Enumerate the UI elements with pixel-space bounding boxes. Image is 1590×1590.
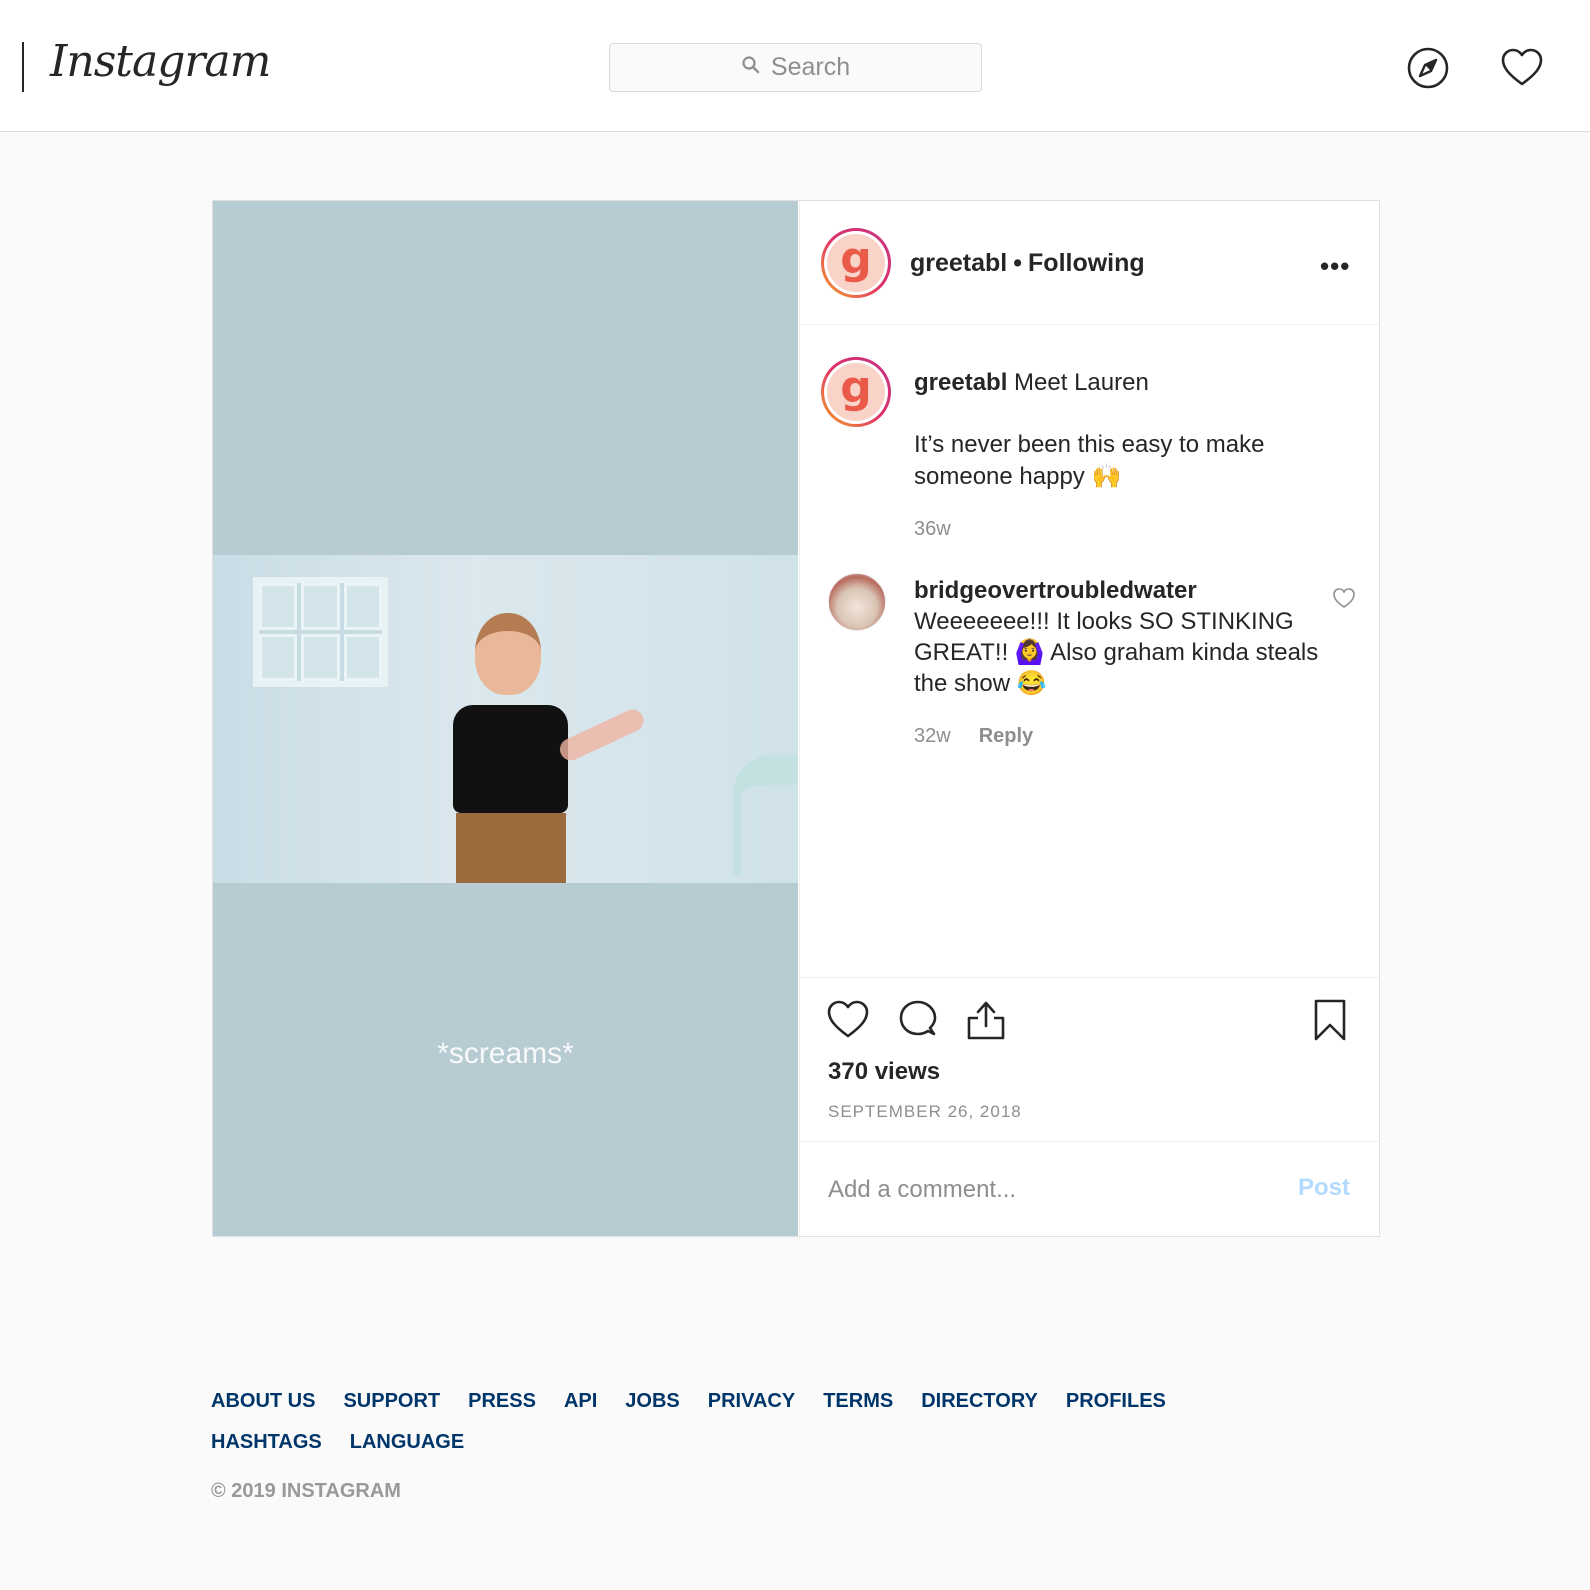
caption-body: It’s never been this easy to make someon… <box>914 431 1265 490</box>
footer-link-privacy[interactable]: PRIVACY <box>708 1390 795 1413</box>
footer-link-support[interactable]: SUPPORT <box>343 1390 440 1413</box>
heart-icon[interactable] <box>1500 46 1544 90</box>
person-head <box>475 613 541 695</box>
comment-timestamp[interactable]: 32w <box>914 721 951 752</box>
caption-username[interactable]: greetabl <box>914 369 1007 396</box>
lamp-decoration <box>733 755 798 875</box>
video-caption-overlay: *screams* <box>437 1037 574 1070</box>
footer-link-language[interactable]: LANGUAGE <box>350 1431 464 1454</box>
commenter-avatar[interactable] <box>828 573 886 631</box>
comment-text: Weeeeeee!!! It looks SO STINKING GREAT!!… <box>914 608 1319 697</box>
search-placeholder: Search <box>770 53 851 81</box>
follow-status-button[interactable]: Following <box>1028 249 1145 277</box>
caption-author-avatar[interactable]: g <box>821 357 891 427</box>
add-comment-bar: Post <box>800 1141 1380 1236</box>
caption-timestamp[interactable]: 36w <box>914 513 1334 545</box>
comment-item: bridgeovertroubledwater Weeeeeee!!! It l… <box>914 575 1324 752</box>
search-icon <box>741 53 761 82</box>
copyright-notice: © 2019 INSTAGRAM <box>211 1480 401 1502</box>
like-icon[interactable] <box>826 998 870 1042</box>
person-body <box>453 705 568 813</box>
reply-button[interactable]: Reply <box>979 721 1033 752</box>
author-username[interactable]: greetabl <box>910 249 1007 277</box>
footer-link-profiles[interactable]: PROFILES <box>1066 1390 1166 1413</box>
bookmark-icon[interactable] <box>1308 998 1352 1042</box>
post-header: g greetabl • Following ••• <box>800 201 1380 325</box>
more-options-button[interactable]: ••• <box>1320 251 1350 282</box>
comment-like-heart-icon[interactable] <box>1332 586 1356 610</box>
post-card: *screams* g greetabl • Following ••• g gre… <box>212 200 1380 1237</box>
window-decoration <box>253 577 388 687</box>
page-footer: ABOUT US SUPPORT PRESS API JOBS PRIVACY … <box>211 1390 1211 1503</box>
post-date: SEPTEMBER 26, 2018 <box>828 1102 1022 1121</box>
instagram-logo[interactable]: Instagram <box>50 36 271 87</box>
footer-link-press[interactable]: PRESS <box>468 1390 536 1413</box>
author-avatar[interactable]: g <box>821 228 891 298</box>
footer-link-jobs[interactable]: JOBS <box>625 1390 679 1413</box>
post-comment-button[interactable]: Post <box>1298 1174 1350 1202</box>
caption-title: Meet Lauren <box>1014 369 1149 396</box>
footer-link-hashtags[interactable]: HASHTAGS <box>211 1431 322 1454</box>
footer-link-directory[interactable]: DIRECTORY <box>921 1390 1038 1413</box>
footer-links: ABOUT US SUPPORT PRESS API JOBS PRIVACY … <box>211 1390 1201 1454</box>
compass-icon[interactable] <box>1406 46 1450 90</box>
post-sidebar: g greetabl • Following ••• g greetabl Meet… <box>799 201 1380 1236</box>
post-caption: greetabl Meet Lauren It’s never been thi… <box>914 367 1334 545</box>
footer-link-terms[interactable]: TERMS <box>823 1390 893 1413</box>
post-video[interactable]: *screams* <box>213 201 798 1236</box>
comment-icon[interactable] <box>896 998 940 1042</box>
separator-dot: • <box>1013 249 1023 277</box>
person-skirt <box>456 813 566 883</box>
search-box[interactable]: Search <box>609 43 982 92</box>
comment-input[interactable] <box>828 1172 1268 1208</box>
top-navigation-bar: Instagram Search <box>0 0 1590 132</box>
post-actions: 370 views SEPTEMBER 26, 2018 <box>800 977 1380 1141</box>
comment-meta: 32w Reply <box>914 721 1324 752</box>
video-frame <box>213 555 798 883</box>
comment-username[interactable]: bridgeovertroubledwater <box>914 575 1324 606</box>
author-header: greetabl • Following <box>910 249 1145 278</box>
logo-divider <box>22 42 24 92</box>
person-arm <box>556 705 648 764</box>
footer-link-about-us[interactable]: ABOUT US <box>211 1390 315 1413</box>
footer-link-api[interactable]: API <box>564 1390 597 1413</box>
view-count[interactable]: 370 views <box>828 1058 940 1086</box>
share-icon[interactable] <box>964 998 1008 1042</box>
